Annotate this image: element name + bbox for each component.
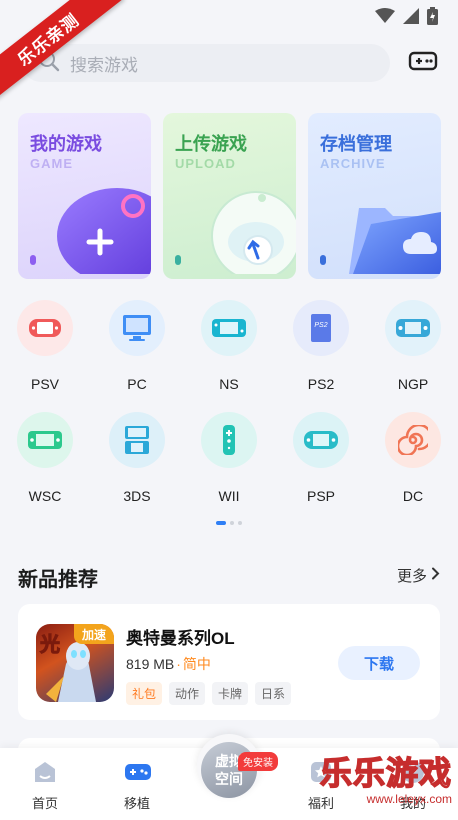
platform-label: PSP: [306, 488, 335, 504]
platform-label: PS2: [307, 376, 335, 392]
platform-3ds[interactable]: 3DS: [97, 412, 177, 522]
my-games-card[interactable]: 我的游戏 GAME: [18, 113, 151, 279]
nav-port-label: 移植: [123, 796, 150, 811]
game-language: 简中: [182, 656, 211, 672]
monitor-icon: [109, 300, 165, 356]
tag: 动作: [169, 682, 206, 705]
nav-port[interactable]: 移植: [107, 759, 167, 812]
platform-pc[interactable]: PC: [97, 300, 177, 410]
ps2-disc-icon: PS2: [293, 300, 349, 356]
platform-psp[interactable]: PSP: [281, 412, 361, 522]
dreamcast-swirl-icon: [385, 412, 441, 468]
no-install-badge: 免安装: [238, 752, 278, 771]
platform-dc[interactable]: DC: [373, 412, 453, 522]
page-indicator: [0, 521, 458, 525]
platform-ngp[interactable]: NGP: [373, 300, 453, 410]
my-games-title: 我的游戏: [30, 134, 102, 154]
wii-remote-icon: [201, 412, 257, 468]
platform-psv[interactable]: PSV: [5, 300, 85, 410]
card-indicator: [320, 255, 326, 265]
platform-ps2[interactable]: PS2 PS2: [281, 300, 361, 410]
switch-console-icon: [201, 300, 257, 356]
platform-wsc[interactable]: WSC: [5, 412, 85, 522]
card-indicator: [30, 255, 36, 265]
platform-label: WSC: [28, 488, 62, 504]
platform-label: PC: [127, 376, 147, 392]
upload-game-card[interactable]: 上传游戏 UPLOAD: [163, 113, 296, 279]
watermark-sub: www.leleyx.com: [366, 792, 452, 806]
gamepad-plus-icon: [55, 184, 151, 279]
home-icon: [32, 759, 58, 785]
upload-game-subtitle: UPLOAD: [175, 156, 236, 171]
search-input[interactable]: 搜索游戏: [22, 44, 390, 82]
platform-ns[interactable]: NS: [189, 300, 269, 410]
page-dot: [230, 521, 234, 525]
more-link[interactable]: 更多: [397, 565, 440, 586]
page-dot-active: [216, 521, 226, 525]
tag: 礼包: [126, 682, 163, 705]
platform-label: DC: [402, 488, 424, 504]
platform-wii[interactable]: WII: [189, 412, 269, 522]
chevron-right-icon: [431, 567, 440, 584]
battery-icon: [427, 7, 438, 30]
game-tags: 礼包 动作 卡牌 日系: [126, 682, 292, 705]
game-icon[interactable]: 光 加速: [36, 624, 114, 702]
platform-label: NGP: [397, 376, 429, 392]
more-label: 更多: [396, 568, 427, 585]
3ds-console-icon: [109, 412, 165, 468]
svg-text:PS2: PS2: [314, 322, 327, 329]
psp-console-icon: [293, 412, 349, 468]
ngp-console-icon: [385, 300, 441, 356]
archive-manage-subtitle: ARCHIVE: [320, 156, 386, 171]
game-icon-text: 光: [40, 634, 61, 657]
game-size: 819 MB: [126, 656, 175, 672]
upload-game-title: 上传游戏: [175, 134, 247, 154]
archive-manage-card[interactable]: 存档管理 ARCHIVE: [308, 113, 441, 279]
search-placeholder: 搜索游戏: [70, 55, 138, 75]
my-games-subtitle: GAME: [30, 156, 73, 171]
signal-icon: [403, 8, 419, 29]
meta-separator: ·: [176, 656, 181, 672]
accelerate-badge: 加速: [74, 624, 114, 644]
virtual-space-line2: 空间: [215, 771, 243, 787]
psv-console-icon: [17, 300, 73, 356]
game-meta: 819 MB · 简中: [126, 654, 211, 674]
section-title: 新品推荐: [18, 569, 98, 591]
tag: 日系: [255, 682, 292, 705]
card-indicator: [175, 255, 181, 265]
download-button[interactable]: 下载: [338, 646, 420, 680]
gamepad-icon: [408, 49, 438, 78]
archive-manage-title: 存档管理: [320, 134, 392, 154]
cloud-upload-icon: [200, 184, 296, 279]
nav-home[interactable]: 首页: [15, 759, 75, 812]
platform-label: WII: [218, 488, 240, 504]
game-name[interactable]: 奥特曼系列OL: [126, 624, 235, 649]
platform-label: 3DS: [123, 488, 151, 504]
wsc-console-icon: [17, 412, 73, 468]
game-card[interactable]: 光 加速 奥特曼系列OL 819 MB · 简中 礼包 动作 卡牌 日系 下载: [18, 604, 440, 720]
gamepad-button[interactable]: [406, 46, 440, 80]
platform-label: NS: [219, 376, 239, 392]
watermark: 乐乐游戏 www.leleyx.com: [319, 748, 452, 806]
wifi-icon: [375, 8, 395, 29]
watermark-main: 乐乐游戏: [319, 754, 452, 792]
folder-cloud-icon: [341, 182, 441, 279]
gamepad-nav-icon: [124, 759, 151, 785]
nav-home-label: 首页: [31, 796, 58, 811]
tag: 卡牌: [212, 682, 249, 705]
platform-label: PSV: [30, 376, 59, 392]
page-dot: [238, 521, 242, 525]
